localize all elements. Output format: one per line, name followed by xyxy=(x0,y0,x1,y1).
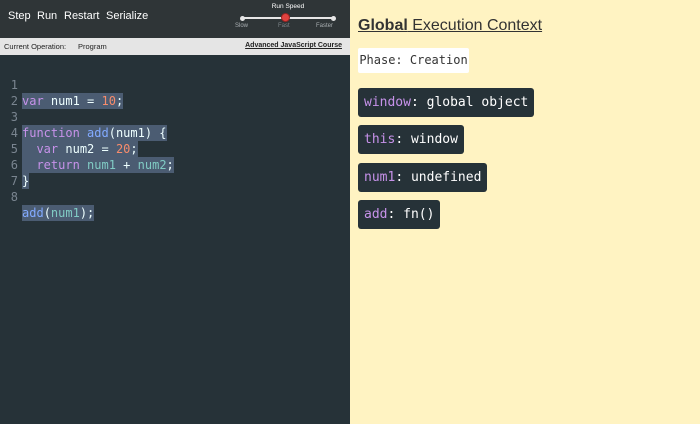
speed-label-faster: Faster xyxy=(316,23,334,29)
speed-label-slow: Slow xyxy=(235,23,249,29)
phase-badge: Phase: Creation xyxy=(358,48,469,73)
entry-key: num1 xyxy=(364,170,396,185)
current-operation-value: Program xyxy=(78,42,107,51)
entry-value: : undefined xyxy=(395,170,482,185)
entry-value: : fn() xyxy=(387,207,435,222)
step-button[interactable]: Step xyxy=(8,10,31,22)
context-entry-num1: num1: undefined xyxy=(358,163,488,192)
context-title-rest: Execution Context xyxy=(407,17,543,34)
code-line-6: 6 } xyxy=(0,141,43,189)
run-button[interactable]: Run xyxy=(37,10,57,22)
speed-stop-slow[interactable] xyxy=(240,15,245,21)
run-speed-title: Run Speed xyxy=(271,3,305,10)
context-entry-this: this: window xyxy=(358,125,464,154)
code-text: function add(num1) { xyxy=(22,125,167,141)
speed-label-fast: Fast xyxy=(278,23,290,29)
context-title-bold: Global xyxy=(358,17,408,34)
current-operation-label: Current Operation: xyxy=(4,42,67,51)
code-text: add(num1); xyxy=(22,205,95,221)
serialize-button[interactable]: Serialize xyxy=(106,10,148,22)
code-text: return num1 + num2; xyxy=(22,157,174,173)
run-speed-knob[interactable] xyxy=(281,13,290,22)
entry-value: : global object xyxy=(410,95,529,110)
code-editor[interactable]: 1 var num1 = 10; 2 3 function add(num1) … xyxy=(0,56,350,424)
current-operation-bar: Current Operation: Program Advanced Java… xyxy=(0,38,350,55)
context-entry-add: add: fn() xyxy=(358,200,441,229)
context-entry-window: window: global object xyxy=(358,88,535,117)
line-number: 8 xyxy=(10,190,18,204)
speed-stop-faster[interactable] xyxy=(331,15,336,21)
entry-key: this xyxy=(364,132,396,147)
course-link[interactable]: Advanced JavaScript Course xyxy=(245,42,342,49)
entry-key: add xyxy=(364,207,388,222)
code-line-8: 8 add(num1); xyxy=(0,173,95,221)
code-line-1: 1 var num1 = 10; xyxy=(0,61,124,109)
code-line-3: 3 function add(num1) { xyxy=(0,93,167,141)
code-line-4: 4 var num2 = 20; xyxy=(0,109,138,157)
code-line-2: 2 xyxy=(0,77,43,108)
restart-button[interactable]: Restart xyxy=(64,10,99,22)
entry-value: : window xyxy=(395,132,458,147)
run-speed-slider[interactable]: Run Speed Slow Fast Faster xyxy=(232,3,344,37)
entry-key: window xyxy=(364,95,411,110)
code-line-7: 7 xyxy=(0,157,43,188)
context-title: Global Execution Context xyxy=(358,17,542,35)
code-panel: Step Run Restart Serialize Run Speed Slo… xyxy=(0,0,350,424)
toolbar: Step Run Restart Serialize Run Speed Slo… xyxy=(0,0,350,38)
execution-context-panel: Global Execution Context Phase: Creation… xyxy=(350,0,700,424)
code-line-5: 5 return num1 + num2; xyxy=(0,125,174,173)
